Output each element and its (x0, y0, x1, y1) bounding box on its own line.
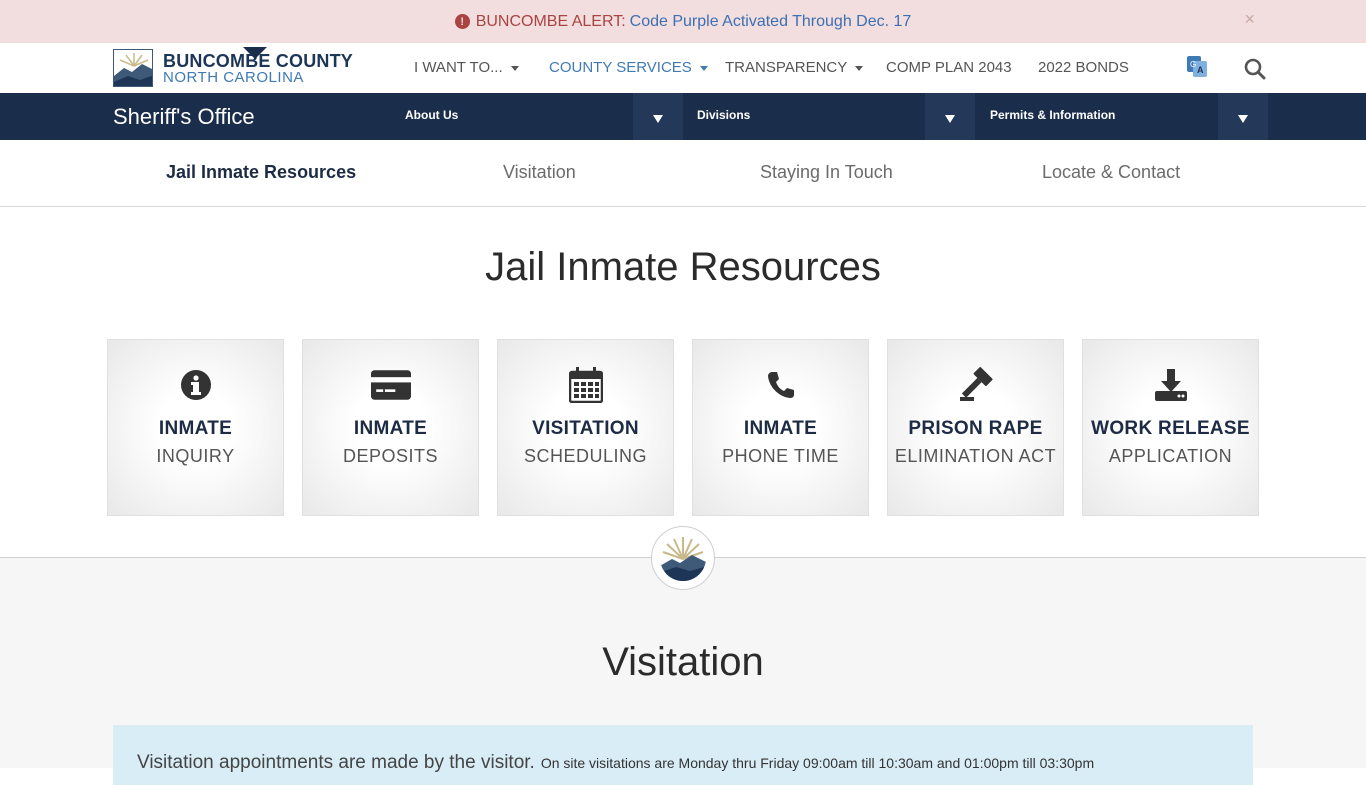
tile-inmate-deposits[interactable]: INMATE DEPOSITS (302, 339, 479, 516)
gavel-icon (956, 367, 996, 403)
alert-bar: ! BUNCOMBE ALERT: Code Purple Activated … (0, 0, 1366, 43)
nav-county-services[interactable]: COUNTY SERVICES (549, 59, 708, 76)
search-icon[interactable] (1244, 58, 1266, 80)
page-title: Jail Inmate Resources (485, 245, 881, 289)
sub-nav: Jail Inmate Resources Visitation Staying… (0, 140, 1366, 207)
menu-about-us[interactable]: About Us (405, 93, 683, 140)
info-text-main: Visitation appointments are made by the … (137, 752, 535, 773)
menu-permits-information[interactable]: Permits & Information (990, 93, 1268, 140)
credit-card-icon (370, 367, 411, 403)
phone-icon (761, 367, 801, 403)
chevron-down-icon[interactable] (925, 93, 975, 140)
tab-staying-in-touch[interactable]: Staying In Touch (760, 162, 893, 183)
menu-divisions[interactable]: Divisions (697, 93, 975, 140)
section-title[interactable]: Sheriff's Office (113, 104, 255, 130)
svg-text:A: A (1197, 65, 1204, 75)
tab-jail-inmate-resources[interactable]: Jail Inmate Resources (166, 162, 356, 183)
chevron-down-icon (855, 65, 864, 71)
nav-comp-plan-2043[interactable]: COMP PLAN 2043 (886, 59, 1012, 76)
visitation-info-box: Visitation appointments are made by the … (113, 725, 1253, 785)
chevron-down-icon[interactable] (633, 93, 683, 140)
tile-visitation-scheduling[interactable]: VISITATION SCHEDULING (497, 339, 674, 516)
tile-inmate-phone-time[interactable]: INMATE PHONE TIME (692, 339, 869, 516)
logo-subtitle: NORTH CAROLINA (163, 68, 304, 86)
nav-i-want-to[interactable]: I WANT TO... (414, 59, 519, 76)
chevron-down-icon (510, 65, 519, 71)
close-icon[interactable]: × (1244, 9, 1255, 30)
nav-transparency[interactable]: TRANSPARENCY (725, 59, 864, 76)
info-text-hours: On site visitations are Monday thru Frid… (540, 755, 1095, 771)
county-seal-icon (113, 49, 153, 87)
alert-label: BUNCOMBE ALERT: (475, 12, 626, 30)
chevron-down-icon[interactable] (1218, 93, 1268, 140)
section-bar: Sheriff's Office About Us Divisions Perm… (0, 93, 1366, 140)
tile-inmate-inquiry[interactable]: INMATE INQUIRY (107, 339, 284, 516)
active-pointer (243, 47, 267, 59)
visitation-title: Visitation (602, 640, 764, 684)
tab-locate-contact[interactable]: Locate & Contact (1042, 162, 1180, 183)
nav-2022-bonds[interactable]: 2022 BONDS (1038, 59, 1129, 76)
county-seal-icon (651, 526, 715, 590)
svg-text:G: G (1190, 60, 1196, 69)
download-icon (1151, 367, 1191, 403)
tile-prison-rape-elimination-act[interactable]: PRISON RAPE ELIMINATION ACT (887, 339, 1064, 516)
site-header: BUNCOMBE COUNTY NORTH CAROLINA I WANT TO… (0, 43, 1366, 93)
exclamation-circle-icon: ! (454, 14, 470, 29)
tab-visitation[interactable]: Visitation (503, 162, 576, 183)
translate-icon[interactable]: G A (1187, 56, 1207, 78)
county-logo[interactable]: BUNCOMBE COUNTY NORTH CAROLINA (113, 49, 353, 87)
tile-work-release-application[interactable]: WORK RELEASE APPLICATION (1082, 339, 1259, 516)
alert-link[interactable]: Code Purple Activated Through Dec. 17 (630, 13, 912, 31)
chevron-down-icon (699, 65, 708, 71)
info-circle-icon (176, 367, 216, 403)
calendar-icon (566, 367, 606, 403)
